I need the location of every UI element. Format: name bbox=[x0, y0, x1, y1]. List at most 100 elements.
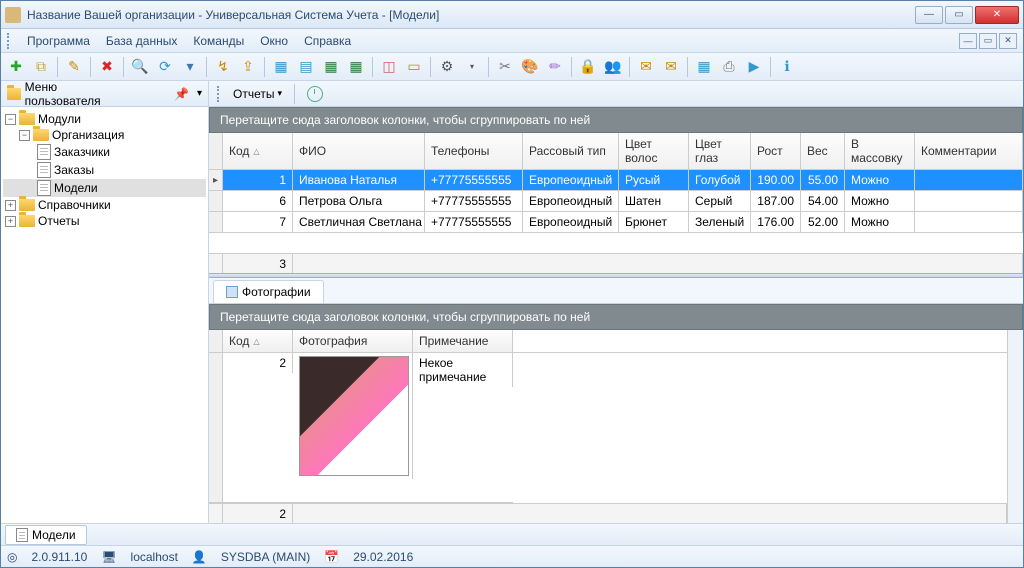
copy-icon[interactable]: ⧉ bbox=[30, 56, 52, 78]
cell-photo[interactable] bbox=[293, 353, 413, 479]
excel-icon[interactable]: ▦ bbox=[320, 56, 342, 78]
close-button[interactable]: ✕ bbox=[975, 6, 1019, 24]
collapse-icon[interactable]: − bbox=[5, 114, 16, 125]
col-fio[interactable]: ФИО bbox=[293, 133, 425, 169]
print-icon[interactable]: ⎙ bbox=[718, 56, 740, 78]
maximize-button[interactable]: ▭ bbox=[945, 6, 973, 24]
col-race[interactable]: Рассовый тип bbox=[523, 133, 619, 169]
dropdown-icon[interactable]: ▾ bbox=[461, 56, 483, 78]
table-row[interactable]: ▸1Иванова Наталья+77775555555Европеоидны… bbox=[209, 170, 1023, 191]
doc-tab-models[interactable]: Модели bbox=[5, 525, 87, 545]
menu-commands[interactable]: Команды bbox=[185, 32, 252, 50]
table-row[interactable]: 6Петрова Ольга+77775555555ЕвропеоидныйШа… bbox=[209, 191, 1023, 212]
titlebar[interactable]: Название Вашей организации - Универсальн… bbox=[1, 1, 1023, 29]
col-crowd[interactable]: В массовку bbox=[845, 133, 915, 169]
col-weight[interactable]: Вес bbox=[801, 133, 845, 169]
user-menu-label: Меню пользователя bbox=[25, 80, 120, 108]
group-by-bar-1[interactable]: Перетащите сюда заголовок колонки, чтобы… bbox=[209, 107, 1023, 133]
tools-icon[interactable]: ✂ bbox=[494, 56, 516, 78]
refresh-icon[interactable]: ⟳ bbox=[154, 56, 176, 78]
play-icon[interactable]: ▶ bbox=[743, 56, 765, 78]
model-photo bbox=[299, 356, 409, 476]
page-icon bbox=[37, 162, 51, 178]
col-hair[interactable]: Цвет волос bbox=[619, 133, 689, 169]
grid2-header: Код△ Фотография Примечание bbox=[209, 330, 1007, 353]
mdi-restore-button[interactable]: ▭ bbox=[979, 33, 997, 49]
table-row[interactable]: 7Светличная Светлана+77775555555Европеои… bbox=[209, 212, 1023, 233]
info-icon[interactable]: ℹ bbox=[776, 56, 798, 78]
reports-button[interactable]: Отчеты▾ bbox=[227, 85, 288, 103]
col2-photo[interactable]: Фотография bbox=[293, 330, 413, 352]
status-host: localhost bbox=[131, 550, 178, 564]
lock-icon[interactable]: 🔒 bbox=[577, 56, 599, 78]
delete-icon[interactable]: ✖ bbox=[96, 56, 118, 78]
menubar-grip-icon[interactable] bbox=[7, 33, 13, 49]
palette-icon[interactable]: 🎨 bbox=[519, 56, 541, 78]
card-icon[interactable]: ▭ bbox=[403, 56, 425, 78]
col2-code[interactable]: Код△ bbox=[223, 330, 293, 352]
cell-note: Некое примечание bbox=[413, 353, 513, 387]
status-date: 29.02.2016 bbox=[353, 550, 413, 564]
col-comments[interactable]: Комментарии bbox=[915, 133, 1023, 169]
sort-asc-icon: △ bbox=[253, 337, 259, 346]
grid-export-icon[interactable]: ▦ bbox=[345, 56, 367, 78]
add-icon[interactable]: ✚ bbox=[5, 56, 27, 78]
expand-icon[interactable]: + bbox=[5, 216, 16, 227]
chevron-down-icon[interactable]: ▾ bbox=[197, 88, 202, 99]
mdi-close-button[interactable]: ✕ bbox=[999, 33, 1017, 49]
table2-icon[interactable]: ▤ bbox=[295, 56, 317, 78]
server-icon: 🖥 bbox=[101, 550, 116, 564]
tree-references[interactable]: + Справочники bbox=[3, 197, 206, 213]
user-icon: 👤 bbox=[192, 550, 207, 564]
group-by-bar-2[interactable]: Перетащите сюда заголовок колонки, чтобы… bbox=[209, 304, 1023, 330]
users-icon[interactable]: 👥 bbox=[602, 56, 624, 78]
menu-window[interactable]: Окно bbox=[252, 32, 296, 50]
window-title: Название Вашей организации - Универсальн… bbox=[27, 8, 915, 22]
tab-photos[interactable]: Фотографии bbox=[213, 280, 324, 303]
tree-reports[interactable]: + Отчеты bbox=[3, 213, 206, 229]
reports-grip-icon[interactable] bbox=[217, 86, 223, 102]
tree-models[interactable]: Модели bbox=[3, 179, 206, 197]
table1-icon[interactable]: ▦ bbox=[270, 56, 292, 78]
clock-icon[interactable] bbox=[307, 86, 323, 102]
chart-icon[interactable]: ◫ bbox=[378, 56, 400, 78]
page-icon bbox=[37, 144, 51, 160]
calendar-icon[interactable]: ▦ bbox=[693, 56, 715, 78]
detail-tabs: Фотографии bbox=[209, 278, 1023, 304]
expand-icon[interactable]: + bbox=[5, 200, 16, 211]
tree-customers[interactable]: Заказчики bbox=[3, 143, 206, 161]
import-icon[interactable]: ⇪ bbox=[237, 56, 259, 78]
status-version: 2.0.911.10 bbox=[31, 550, 87, 564]
brush-icon[interactable]: ✏ bbox=[544, 56, 566, 78]
tree-organization[interactable]: − Организация bbox=[3, 127, 206, 143]
col-phones[interactable]: Телефоны bbox=[425, 133, 523, 169]
menu-program[interactable]: Программа bbox=[19, 32, 98, 50]
tree-modules[interactable]: − Модули bbox=[3, 111, 206, 127]
filter-icon[interactable]: ▾ bbox=[179, 56, 201, 78]
minimize-button[interactable]: — bbox=[915, 6, 943, 24]
export-icon[interactable]: ↯ bbox=[212, 56, 234, 78]
plugin-icon[interactable]: ⚙ bbox=[436, 56, 458, 78]
menu-database[interactable]: База данных bbox=[98, 32, 185, 50]
col-eyes[interactable]: Цвет глаз bbox=[689, 133, 751, 169]
grid1-count: 3 bbox=[223, 254, 293, 273]
col2-note[interactable]: Примечание bbox=[413, 330, 513, 352]
grid1-footer: 3 bbox=[209, 253, 1023, 273]
pin-icon[interactable]: 📌 bbox=[174, 87, 189, 101]
user-menu-button[interactable]: Меню пользователя 📌 ▾ bbox=[1, 81, 209, 106]
collapse-icon[interactable]: − bbox=[19, 130, 30, 141]
navigation-tree[interactable]: − Модули − Организация Заказчики Заказы … bbox=[1, 107, 209, 523]
grid2-row[interactable]: 2 Некое примечание bbox=[209, 353, 513, 503]
col-height[interactable]: Рост bbox=[751, 133, 801, 169]
mdi-minimize-button[interactable]: — bbox=[959, 33, 977, 49]
vertical-scrollbar[interactable] bbox=[1007, 330, 1023, 523]
sms-icon[interactable]: ✉ bbox=[635, 56, 657, 78]
search-icon[interactable]: 🔍 bbox=[129, 56, 151, 78]
menu-help[interactable]: Справка bbox=[296, 32, 359, 50]
col-code[interactable]: Код△ bbox=[223, 133, 293, 169]
mail-icon[interactable]: ✉ bbox=[660, 56, 682, 78]
grid1-body[interactable]: ▸1Иванова Наталья+77775555555Европеоидны… bbox=[209, 170, 1023, 233]
second-toolbar: Меню пользователя 📌 ▾ Отчеты▾ bbox=[1, 81, 1023, 107]
edit-icon[interactable]: ✎ bbox=[63, 56, 85, 78]
tree-orders[interactable]: Заказы bbox=[3, 161, 206, 179]
